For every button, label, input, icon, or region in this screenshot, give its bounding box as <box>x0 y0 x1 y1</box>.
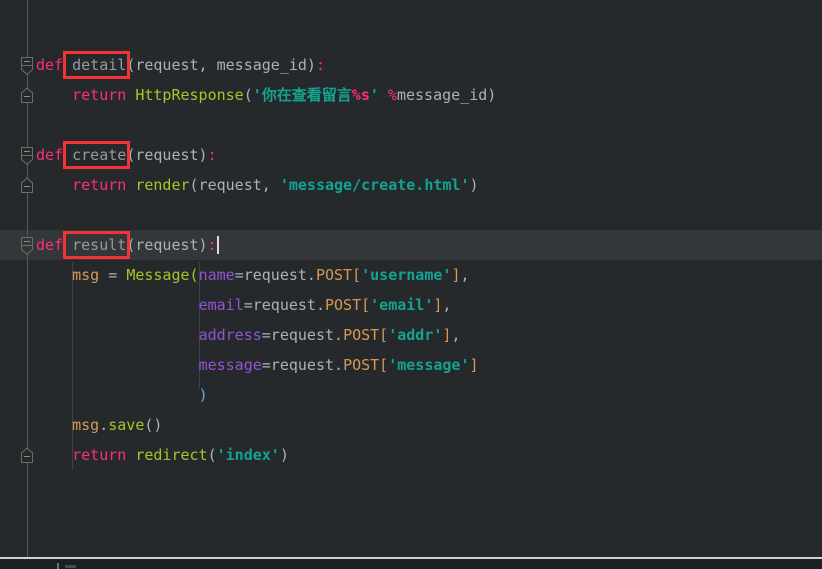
partial-glyph <box>57 563 59 569</box>
fold-collapse-end-icon[interactable] <box>20 87 34 104</box>
code-editor-surface[interactable]: def detail(request, message_id): return … <box>0 0 822 569</box>
code-line[interactable]: email=request.POST['email'], <box>0 290 822 320</box>
red-highlight-box-create <box>63 141 130 169</box>
code-token: POST[ <box>315 266 362 284</box>
code-token: (request) <box>126 146 208 164</box>
code-token: (request, <box>189 176 280 194</box>
code-line[interactable]: return redirect('index') <box>0 440 822 470</box>
code-token: , <box>442 296 452 314</box>
code-line[interactable] <box>0 110 822 140</box>
code-token: ) <box>279 446 289 464</box>
code-token: def <box>36 56 64 74</box>
fold-collapse-end-icon[interactable] <box>20 447 34 464</box>
code-token: , <box>460 266 470 284</box>
code-token: POST[ <box>343 326 389 344</box>
red-highlight-box-detail <box>63 51 130 79</box>
code-token: =request. <box>234 266 316 284</box>
code-token: : <box>315 56 325 74</box>
code-token: =request. <box>243 296 325 314</box>
code-token: address <box>198 326 262 344</box>
code-token: %s <box>351 86 370 104</box>
code-token: =request. <box>261 356 344 374</box>
code-token: render <box>135 176 190 194</box>
code-token: ) <box>469 176 479 194</box>
code-token: ) <box>198 386 208 404</box>
code-line[interactable]: return render(request, 'message/create.h… <box>0 170 822 200</box>
code-token: 'index' <box>216 446 280 464</box>
code-token: ( <box>207 446 217 464</box>
code-line[interactable]: ) <box>0 380 822 410</box>
code-line[interactable]: return HttpResponse('你在查看留言%s' %message_… <box>0 80 822 110</box>
code-token: 'username' <box>361 266 452 284</box>
code-token: 'message' <box>388 356 470 374</box>
code-line[interactable] <box>0 200 822 230</box>
code-token: '你在查看留言 <box>252 86 352 104</box>
red-highlight-box-result <box>63 231 130 259</box>
code-line[interactable]: msg.save() <box>0 410 822 440</box>
code-token: (request) <box>126 236 208 254</box>
text-caret <box>217 236 219 254</box>
code-token: return <box>72 446 127 464</box>
code-token: def <box>36 236 64 254</box>
code-token: message_id) <box>396 86 497 104</box>
code-token: 'email' <box>370 296 434 314</box>
code-token: 'addr' <box>388 326 443 344</box>
code-token: msg <box>72 416 100 434</box>
code-line[interactable]: address=request.POST['addr'], <box>0 320 822 350</box>
code-token: , <box>451 326 461 344</box>
code-token: HttpResponse <box>135 86 244 104</box>
code-token: ] <box>469 356 479 374</box>
code-token: message <box>198 356 262 374</box>
code-token: () <box>144 416 163 434</box>
code-token: msg <box>72 266 100 284</box>
code-lines: def detail(request, message_id): return … <box>0 50 822 470</box>
fold-collapse-start-icon[interactable] <box>20 56 34 76</box>
code-token: POST[ <box>325 296 371 314</box>
code-token: name <box>198 266 235 284</box>
code-token: save <box>108 416 145 434</box>
code-token: email <box>198 296 244 314</box>
code-token: = <box>99 266 127 284</box>
code-token: ( <box>243 86 253 104</box>
code-line[interactable]: msg = Message(name=request.POST['usernam… <box>0 260 822 290</box>
code-token: (request, message_id) <box>126 56 316 74</box>
code-line[interactable]: message=request.POST['message'] <box>0 350 822 380</box>
code-token: 'message/create.html' <box>279 176 470 194</box>
code-token: return <box>72 86 127 104</box>
partial-glyph <box>65 565 76 568</box>
code-token: . <box>99 416 109 434</box>
code-token: % <box>387 86 397 104</box>
code-token: def <box>36 146 64 164</box>
fold-collapse-start-icon[interactable] <box>20 146 34 166</box>
fold-collapse-end-icon[interactable] <box>20 177 34 194</box>
code-token: : <box>207 146 217 164</box>
fold-collapse-start-icon[interactable] <box>20 236 34 256</box>
code-token: ' <box>369 86 379 104</box>
code-token: Message( <box>126 266 199 284</box>
code-token: : <box>207 236 217 254</box>
bottom-panel-edge <box>0 559 822 569</box>
code-token: return <box>72 176 127 194</box>
code-token: redirect <box>135 446 208 464</box>
code-token: =request. <box>261 326 344 344</box>
code-token: POST[ <box>343 356 389 374</box>
